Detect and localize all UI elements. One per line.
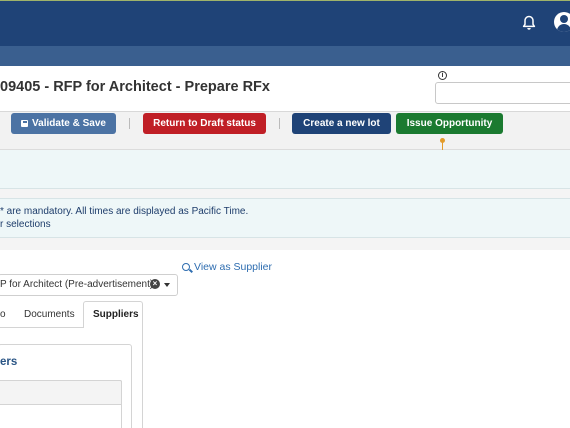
issue-opportunity-button[interactable]: Issue Opportunity (396, 113, 503, 134)
info-icon[interactable]: i (438, 71, 447, 80)
tab-partial[interactable]: o (0, 309, 6, 320)
message-band (0, 150, 570, 189)
user-avatar-head (560, 15, 568, 23)
suppliers-panel-title: ers (0, 356, 18, 368)
toolbar-separator (279, 118, 280, 129)
suppliers-table-header (0, 380, 122, 405)
create-new-lot-button[interactable]: Create a new lot (292, 113, 391, 134)
top-navigation-bar (0, 0, 570, 46)
view-as-supplier-link[interactable]: View as Supplier (182, 261, 272, 273)
mandatory-note: * are mandatory. All times are displayed… (0, 206, 249, 217)
view-as-supplier-label: View as Supplier (194, 261, 273, 273)
save-icon (21, 119, 29, 127)
tab-content-border (142, 327, 143, 428)
return-to-draft-button[interactable]: Return to Draft status (143, 113, 266, 134)
bell-icon[interactable] (522, 15, 536, 31)
top-right-input[interactable] (435, 82, 570, 104)
top-border-line (0, 0, 570, 1)
page-title: 09405 - RFP for Architect - Prepare RFx (0, 79, 270, 95)
user-avatar-icon[interactable] (554, 12, 570, 32)
tab-suppliers-label: Suppliers (93, 309, 139, 320)
section-gap (0, 189, 570, 198)
secondary-navigation-bar (0, 46, 570, 66)
info-band (0, 198, 570, 238)
toolbar-separator (129, 118, 130, 129)
search-icon (182, 262, 190, 271)
tab-documents[interactable]: Documents (24, 309, 75, 320)
clear-icon[interactable]: × (150, 279, 160, 289)
rfx-selector-value: P for Architect (Pre-advertisement) (0, 279, 154, 290)
validate-save-button[interactable]: Validate & Save (11, 113, 116, 134)
annotation-dot (440, 138, 445, 143)
section-gap (0, 238, 570, 250)
chevron-down-icon[interactable] (164, 283, 170, 287)
selections-note: r selections (0, 219, 51, 230)
validate-save-label: Validate & Save (32, 118, 106, 129)
user-avatar-body (557, 24, 570, 32)
